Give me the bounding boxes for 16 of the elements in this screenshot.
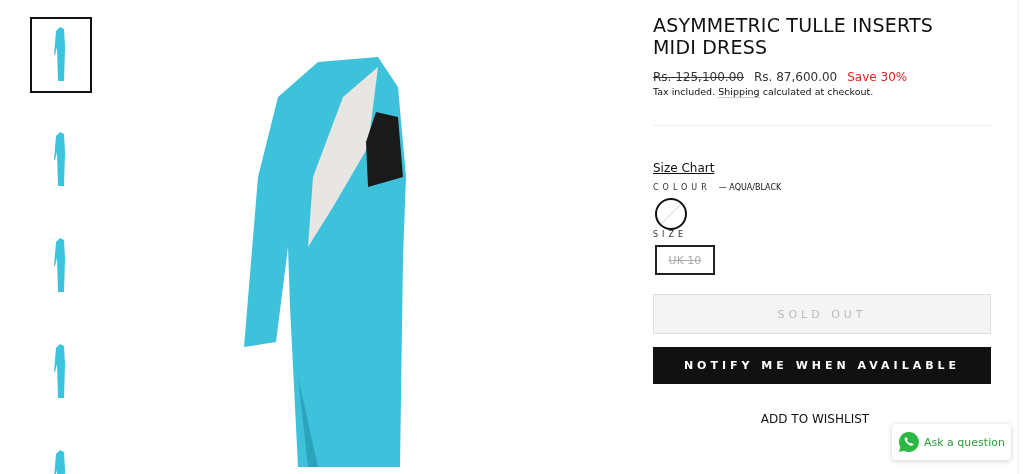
colour-value: — AQUA/BLACK [718, 183, 782, 192]
savings-label: Save 30% [847, 70, 908, 84]
colour-swatch[interactable] [655, 198, 687, 230]
wishlist-link[interactable]: ADD TO WISHLIST [760, 412, 870, 426]
ask-question-button[interactable]: Ask a question [892, 424, 1011, 460]
sale-price: Rs. 87,600.00 [753, 70, 838, 84]
shipping-link[interactable]: Shipping [718, 86, 760, 98]
product-title: ASYMMETRIC TULLE INSERTS MIDI DRESS [653, 14, 935, 58]
original-price: Rs. 125,100.00 [653, 70, 744, 84]
chat-icon [898, 431, 920, 453]
notify-button[interactable]: NOTIFY ME WHEN AVAILABLE [653, 347, 991, 384]
size-chart-link[interactable]: Size Chart [653, 161, 715, 175]
size-label: SIZE [653, 230, 687, 239]
thumbnail-button[interactable] [30, 17, 92, 93]
tax-note: Tax included. Shipping calculated at checkout. [653, 86, 874, 97]
colour-label: COLOUR [653, 183, 711, 192]
